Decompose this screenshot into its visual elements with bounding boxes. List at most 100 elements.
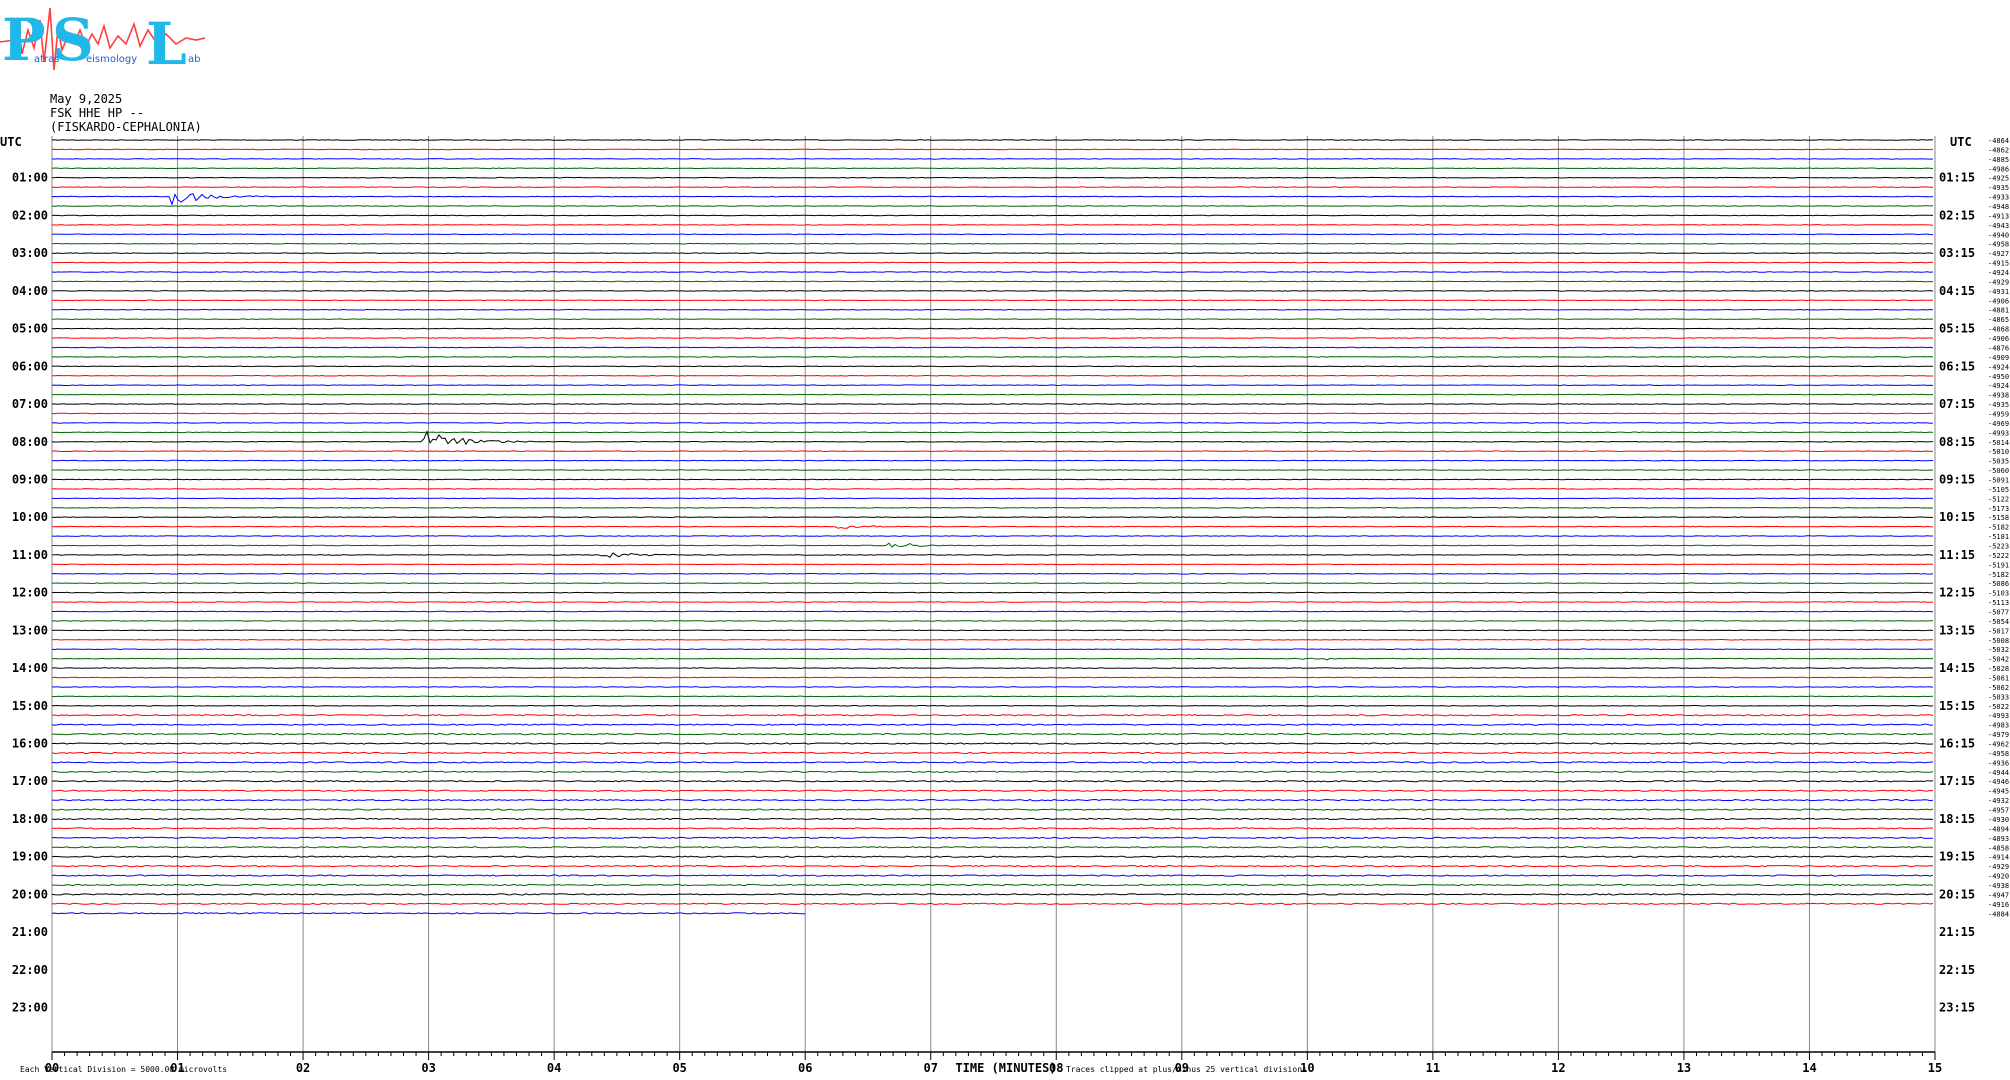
trace-offset-label: -5222 [1988,552,2009,560]
trace-offset-label: -4909 [1988,354,2009,362]
trace-row-80 [51,893,1934,896]
trace-offset-label: -5022 [1988,703,2009,711]
trace-offset-label: -4936 [1988,759,2009,767]
trace-offset-label: -4881 [1988,307,2009,315]
x-tick-label: 12 [1551,1061,1565,1075]
trace-offset-label: -4979 [1988,731,2009,739]
trace-offset-label: -4983 [1988,722,2009,730]
left-hour-labels: 01:00 02:00 03:00 04:00 05:00 06:00 07:00 08:00… [12,171,48,1015]
trace-row-60 [51,704,1934,707]
trace-row-48 [51,591,1933,594]
trace-offset-label: -4924 [1988,363,2009,371]
right-hour-label: 10:15 [1939,510,1975,524]
trace-offset-label: -5028 [1988,665,2009,673]
trace-offset-label: -4993 [1988,712,2009,720]
trace-offset-label: -5158 [1988,514,2009,522]
left-hour-label: 01:00 [12,171,48,185]
left-hour-label: 15:00 [12,699,48,713]
trace-offset-label: -4945 [1988,788,2009,796]
trace-offset-label: -5091 [1988,476,2009,484]
trace-offset-label: -5086 [1988,580,2009,588]
trace-row-17 [52,299,1934,302]
trace-offset-label: -5223 [1988,542,2009,550]
x-axis-title: TIME (MINUTES) [955,1061,1056,1075]
trace-offset-label: -4884 [1988,910,2009,918]
trace-row-23 [51,356,1934,358]
right-hour-label: 14:15 [1939,661,1975,675]
trace-offset-label: -4924 [1988,382,2009,390]
trace-row-69 [51,789,1934,792]
trace-offset-label: -4933 [1988,194,2009,202]
x-tick-label: 05 [672,1061,686,1075]
trace-row-51 [51,620,1933,622]
trace-offset-label: -5103 [1988,590,2009,598]
trace-offset-label: -5032 [1988,646,2009,654]
left-hour-label: 20:00 [12,887,48,901]
trace-offset-label: -5062 [1988,684,2009,692]
trace-offset-label: -4986 [1988,165,2009,173]
right-hour-label: 08:15 [1939,435,1975,449]
trace-offset-label: -4948 [1988,203,2009,211]
trace-row-16 [51,290,1934,292]
right-hour-label: 09:15 [1939,472,1975,486]
trace-offset-label: -5122 [1988,495,2009,503]
trace-offset-label: -4916 [1988,901,2009,909]
trace-row-76 [51,855,1934,858]
x-tick-label: 07 [924,1061,938,1075]
trace-row-70 [51,798,1934,802]
trace-offset-label: -4864 [1988,137,2009,145]
left-hour-label: 05:00 [12,322,48,336]
left-hour-label: 23:00 [12,1001,48,1015]
trace-offset-label: -5033 [1988,693,2009,701]
trace-offset-label: -5182 [1988,524,2009,532]
trace-row-71 [51,808,1934,811]
trace-offset-label: -4914 [1988,854,2009,862]
trace-row-41 [51,525,1934,529]
trace-row-47 [51,582,1933,585]
trace-row-28 [51,403,1933,405]
trace-row-9 [51,224,1934,226]
left-hour-label: 18:00 [12,812,48,826]
trace-row-13 [52,261,1934,264]
trace-row-3 [51,167,1934,170]
right-utc-label: UTC [1950,135,1972,149]
trace-offset-label: -4962 [1988,741,2009,749]
trace-rows [51,139,1934,915]
trace-row-73 [51,827,1934,830]
trace-row-38 [51,497,1934,500]
right-hour-label: 03:15 [1939,246,1975,260]
trace-offset-label: -5113 [1988,599,2009,607]
x-tick-label: 03 [421,1061,435,1075]
trace-row-55 [52,657,1934,661]
trace-offset-label: -5182 [1988,571,2009,579]
left-hour-label: 17:00 [12,774,48,788]
trace-row-81 [51,902,1934,905]
right-hour-label: 23:15 [1939,1001,1975,1015]
trace-row-72 [51,817,1934,821]
trace-offset-label: -4868 [1988,326,2009,334]
trace-row-52 [51,629,1934,632]
trace-offset-label: -5061 [1988,675,2009,683]
trace-row-11 [51,242,1933,245]
trace-offset-label: -4935 [1988,401,2009,409]
trace-offset-label: -4931 [1988,288,2009,296]
trace-offset-label: -5014 [1988,439,2009,447]
trace-offset-label: -4935 [1988,184,2009,192]
trace-row-2 [51,158,1934,160]
trace-row-32 [51,430,1934,446]
trace-offset-label: -4925 [1988,175,2009,183]
trace-row-36 [51,478,1934,481]
x-tick-label: 02 [296,1061,310,1075]
left-hour-label: 14:00 [12,661,48,675]
trace-row-33 [51,450,1933,453]
trace-offset-label: -5060 [1988,467,2009,475]
trace-row-54 [51,648,1934,651]
trace-row-57 [51,676,1934,679]
trace-offset-label: -4929 [1988,863,2009,871]
trace-row-8 [52,214,1934,217]
trace-offset-label: -4938 [1988,882,2009,890]
x-tick-label: 11 [1426,1061,1440,1075]
trace-offset-label: -4947 [1988,891,2009,899]
trace-offset-label: -4969 [1988,420,2009,428]
trace-row-58 [51,686,1934,688]
